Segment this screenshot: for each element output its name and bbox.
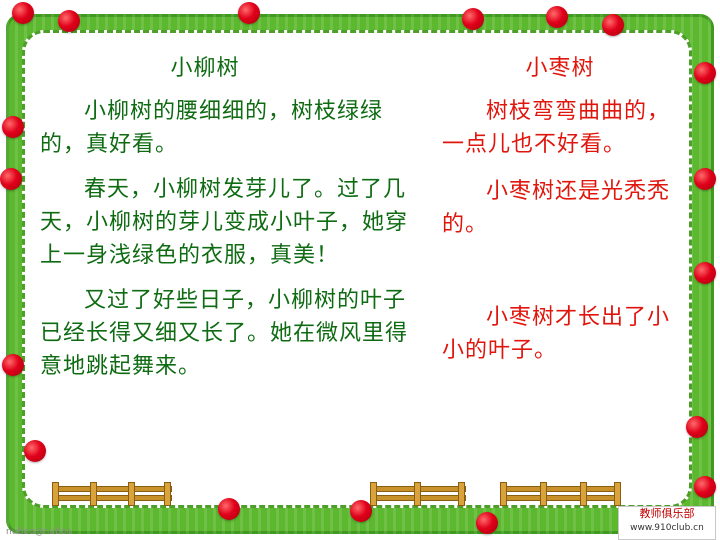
red-berry-decoration <box>462 8 484 30</box>
club-logo-stamp: 教师俱乐部 www.910club.cn <box>618 506 716 540</box>
red-berry-decoration <box>12 2 34 24</box>
club-logo-url: www.910club.cn <box>630 523 704 533</box>
red-berry-decoration <box>2 354 24 376</box>
willow-paragraph-1: 小柳树的腰细细的，树枝绿绿的，真好看。 <box>40 99 384 157</box>
red-berry-decoration <box>0 168 22 190</box>
red-berry-decoration <box>686 416 708 438</box>
jujube-title: 小枣树 <box>525 56 595 81</box>
red-berry-decoration <box>58 10 80 32</box>
red-berry-decoration <box>350 500 372 522</box>
red-berry-decoration <box>218 498 240 520</box>
watermark-text: nuBoo@nuBoo <box>6 527 73 537</box>
red-berry-decoration <box>2 116 24 138</box>
willow-column: 小柳树 小柳树的腰细细的，树枝绿绿的，真好看。 春天，小柳树发芽儿了。过了几天，… <box>40 52 420 383</box>
red-berry-decoration <box>694 168 716 190</box>
willow-title: 小柳树 <box>170 56 240 81</box>
jujube-paragraph-1: 树枝弯弯曲曲的，一点儿也不好看。 <box>442 99 671 157</box>
club-logo-name: 教师俱乐部 <box>639 507 695 520</box>
jujube-paragraph-2: 小枣树还是光秃秃的。 <box>442 179 671 237</box>
fence-decoration <box>500 482 621 506</box>
jujube-paragraph-3: 小枣树才长出了小小的叶子。 <box>442 305 671 363</box>
willow-paragraph-2: 春天，小柳树发芽儿了。过了几天，小柳树的芽儿变成小叶子，她穿上一身浅绿色的衣服，… <box>40 177 409 268</box>
red-berry-decoration <box>238 2 260 24</box>
jujube-column: 小枣树 树枝弯弯曲曲的，一点儿也不好看。 小枣树还是光秃秃的。 小枣树才长出了小… <box>442 52 678 367</box>
red-berry-decoration <box>694 62 716 84</box>
red-berry-decoration <box>694 476 716 498</box>
red-berry-decoration <box>602 14 624 36</box>
fence-decoration <box>370 482 466 506</box>
willow-paragraph-3: 又过了好些日子，小柳树的叶子已经长得又细又长了。她在微风里得意地跳起舞来。 <box>40 288 409 379</box>
red-berry-decoration <box>694 262 716 284</box>
red-berry-decoration <box>546 6 568 28</box>
red-berry-decoration <box>476 512 498 534</box>
fence-decoration <box>52 482 172 506</box>
red-berry-decoration <box>24 440 46 462</box>
